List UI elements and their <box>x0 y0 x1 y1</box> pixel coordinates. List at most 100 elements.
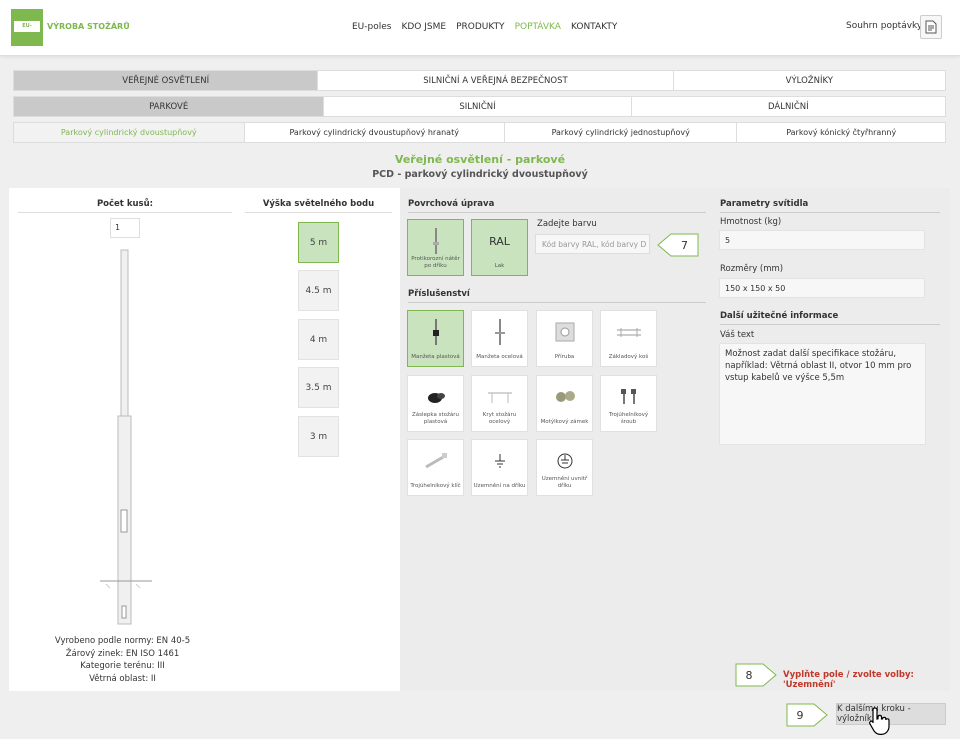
tile-label: Uzemnění uvnitř dříku <box>541 476 588 489</box>
tile-flange[interactable]: Příruba <box>536 310 593 367</box>
tile-ground[interactable]: Uzemnění na dříku <box>471 439 528 496</box>
extra-text-area[interactable]: Možnost zadat další specifikace stožáru,… <box>719 343 926 445</box>
tile-lak[interactable]: RAL Lak <box>471 219 528 276</box>
tile-label: Trojúhelníkový klíč <box>410 483 461 489</box>
tile-label: Trojúhelníkový šroub <box>608 412 649 425</box>
tile-anticorrosion[interactable]: Protikorozní nátěr po dříku <box>407 219 464 276</box>
document-icon <box>925 20 937 34</box>
steel-cover-icon <box>487 392 512 403</box>
height-heading: Výška světelného bodu <box>245 199 392 213</box>
hand-cursor-icon <box>869 707 890 735</box>
ground-icon <box>494 454 505 468</box>
tab-pkc[interactable]: Parkový kónický čtyřhranný <box>737 123 945 142</box>
page-subtitle: PCD - parkový cylindrický dvoustupňový <box>372 169 588 180</box>
tile-steel-sleeve[interactable]: Manžeta ocelová <box>471 310 528 367</box>
height-4-5m-button[interactable]: 4.5 m <box>298 270 339 311</box>
callout-7: 7 <box>657 233 699 257</box>
eu-poles-logo[interactable]: EU-POLES <box>11 9 43 46</box>
tab-pcj[interactable]: Parkový cylindrický jednostupňový <box>505 123 738 142</box>
tile-label: Příruba <box>554 354 575 360</box>
weight-field[interactable]: 5 <box>719 230 925 250</box>
height-4m-button[interactable]: 4 m <box>298 319 339 360</box>
tab-parkove[interactable]: PARKOVÉ <box>14 97 325 116</box>
butterfly-lock-icon <box>555 391 575 402</box>
validation-warning: Vyplňte pole / zvolte volby: 'Uzemnění' <box>783 670 914 690</box>
tile-ground-inside[interactable]: Uzemnění uvnitř dříku <box>536 439 593 496</box>
tile-foundation-basket[interactable]: Základový koš <box>600 310 657 367</box>
dims-label: Rozměry (mm) <box>720 264 784 274</box>
plastic-cap-icon <box>427 393 445 403</box>
tile-triangle-screw[interactable]: Trojúhelníkový šroub <box>600 375 657 432</box>
tab-vylozniky[interactable]: VÝLOŽNÍKY <box>674 71 945 90</box>
tab-pcd[interactable]: Parkový cylindrický dvoustupňový <box>14 123 245 142</box>
tile-label: Lak <box>494 263 505 269</box>
callout-9: 9 <box>786 703 828 727</box>
pole-coating-icon <box>432 228 439 254</box>
height-3m-button[interactable]: 3 m <box>298 416 339 457</box>
spec-norm: Vyrobeno podle normy: EN 40-5 <box>54 636 191 646</box>
page-title: Veřejné osvětlení - parkové <box>394 153 566 166</box>
callout-number: 9 <box>796 708 804 722</box>
qty-input[interactable]: 1 <box>110 218 140 238</box>
tile-plastic-sleeve[interactable]: Manžeta plastová <box>407 310 464 367</box>
triangle-screw-icon <box>620 389 636 404</box>
tab-dalnicni[interactable]: DÁLNIČNÍ <box>632 97 945 116</box>
logo-text: EU-POLES <box>14 21 40 40</box>
dims-field[interactable]: 150 x 150 x 50 <box>719 278 925 298</box>
color-label: Zadejte barvu <box>537 219 597 229</box>
tab-silnicni-bezpecnost[interactable]: SILNIČNÍ A VEŘEJNÁ BEZPEČNOST <box>318 71 674 90</box>
main-nav: EU-poles KDO JSME PRODUKTY POPTÁVKA KONT… <box>352 22 617 32</box>
height-3-5m-button[interactable]: 3.5 m <box>298 367 339 408</box>
accessories-heading: Příslušenství <box>408 289 706 303</box>
surface-heading: Povrchová úprava <box>408 199 706 213</box>
tab-verejne-osvetleni[interactable]: VEŘEJNÉ OSVĚTLENÍ <box>14 71 319 90</box>
tile-label: Základový koš <box>608 354 649 360</box>
tile-label: Manžeta plastová <box>411 354 460 360</box>
text-label: Váš text <box>720 330 755 340</box>
qty-heading: Počet kusů: <box>18 199 232 213</box>
tile-triangle-key[interactable]: Trojúhelníkový klíč <box>407 439 464 496</box>
nav-eu-poles[interactable]: EU-poles <box>352 22 391 32</box>
spec-zinc: Žárový zinek: EN ISO 1461 <box>65 648 180 659</box>
height-5m-button[interactable]: 5 m <box>298 222 339 263</box>
nav-kontakty[interactable]: KONTAKTY <box>571 22 617 32</box>
nav-produkty[interactable]: PRODUKTY <box>456 22 504 32</box>
tile-plastic-cap[interactable]: Záslepka stožáru plastová <box>407 375 464 432</box>
tile-label: Motýlkový zámek <box>540 419 589 425</box>
pole-specs: Vyrobeno podle normy: EN 40-5 Žárový zin… <box>20 635 225 685</box>
plastic-sleeve-icon <box>432 319 439 345</box>
tile-label: Manžeta ocelová <box>476 354 523 360</box>
site-header: EU-POLES VÝROBA STOŽÁRŮ EU-poles KDO JSM… <box>0 0 960 56</box>
ral-icon: RAL <box>489 234 510 248</box>
brand-title[interactable]: VÝROBA STOŽÁRŮ <box>47 22 130 31</box>
callout-number: 7 <box>681 238 688 252</box>
pole-illustration <box>100 249 152 625</box>
foundation-basket-icon <box>616 328 641 337</box>
callout-8: 8 <box>735 663 777 687</box>
steel-sleeve-icon <box>494 319 505 345</box>
tile-label: Záslepka stožáru plastová <box>411 412 459 425</box>
tile-label: Uzemnění na dříku <box>473 483 526 489</box>
tile-steel-cover[interactable]: Kryt stožáru ocelový <box>471 375 528 432</box>
summary-button[interactable] <box>920 15 942 39</box>
ground-inside-icon <box>557 453 572 469</box>
spec-terrain: Kategorie terénu: III <box>80 661 165 671</box>
triangle-key-icon <box>424 453 447 469</box>
nav-kdo-jsme[interactable]: KDO JSME <box>401 22 446 32</box>
tile-label: Kryt stožáru ocelový <box>482 412 517 425</box>
tab-silnicni[interactable]: SILNIČNÍ <box>324 97 632 116</box>
flange-icon <box>555 322 574 342</box>
tile-label: Protikorozní nátěr po dříku <box>411 256 460 269</box>
product-tabs: Parkový cylindrický dvoustupňový Parkový… <box>13 122 946 143</box>
tile-butterfly-lock[interactable]: Motýlkový zámek <box>536 375 593 432</box>
summary-label: Souhrn poptávky: <box>846 21 925 31</box>
weight-label: Hmotnost (kg) <box>720 217 782 227</box>
color-input[interactable]: Kód barvy RAL, kód barvy D <box>535 234 650 254</box>
spec-wind: Větrná oblast: II <box>89 673 156 684</box>
nav-poptavka[interactable]: POPTÁVKA <box>515 22 561 32</box>
tab-pcd-hranaty[interactable]: Parkový cylindrický dvoustupňový hranatý <box>245 123 505 142</box>
category-tabs: VEŘEJNÉ OSVĚTLENÍ SILNIČNÍ A VEŘEJNÁ BEZ… <box>13 70 946 91</box>
params-heading: Parametry svítidla <box>720 199 940 213</box>
extra-info-heading: Další užitečné informace <box>720 311 940 325</box>
subcategory-tabs: PARKOVÉ SILNIČNÍ DÁLNIČNÍ <box>13 96 946 117</box>
